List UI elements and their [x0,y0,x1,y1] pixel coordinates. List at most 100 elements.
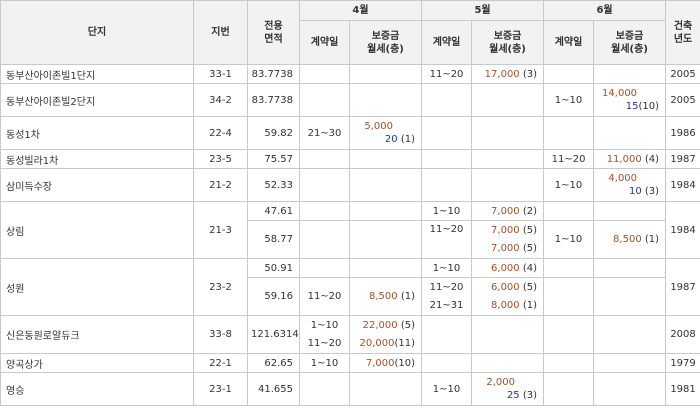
m6-price [593,116,667,150]
m4-day [299,258,350,278]
area-value: 52.33 [247,168,300,202]
built-year: 1984 [665,168,700,202]
area-value: 41.655 [247,372,300,406]
lot-number: 22-4 [193,116,248,150]
complex-name: 동부산아이존빌2단지 [0,83,194,117]
m6-price: 4,000 10 (3) [593,168,667,202]
m5-price: 6,000 (4) [471,258,545,278]
area-value: 58.77 [247,220,300,259]
table-row: 상림 21-3 47.61 1~10 7,000 (2) 1984 [0,201,700,259]
m6-day [543,201,595,221]
lot-number: 23-5 [193,149,248,169]
m5-day [421,149,473,169]
table-row: 동부산아이존빌1단지 33-1 83.7738 11~20 17,000 (3)… [0,64,700,84]
built-year: 2008 [665,315,700,354]
m4-price [348,64,423,84]
m5-price [471,168,545,202]
built-year: 1987 [665,258,700,316]
m4-day [299,149,350,169]
area-value: 62.65 [247,353,300,373]
header-m5-contract-day: 계약일 [421,20,473,65]
m5-day: 11~20 [421,220,473,259]
header-m6-deposit-rent: 보증금 월세(층) [593,20,667,65]
m6-price: 11,000 (4) [593,149,667,169]
m6-price: 8,500 (1) [593,220,667,259]
m6-price [593,353,667,373]
header-m5-deposit-rent: 보증금 월세(층) [471,20,545,65]
table-row: 성원 23-2 50.91 1~10 6,000 (4) 1987 [0,258,700,316]
m6-day [543,116,595,150]
built-year: 1984 [665,201,700,259]
table-row: 동부산아이존빌2단지 34-2 83.7738 1~10 14,000 15(10… [0,83,700,117]
m4-price [348,372,423,406]
built-year: 1979 [665,353,700,373]
m4-price [348,149,423,169]
lot-number: 22-1 [193,353,248,373]
m6-price [593,258,667,278]
table-row: 삼미득수장 21-2 52.33 1~10 4,000 10 (3) 1984 [0,168,700,202]
m6-day [543,315,595,354]
rent-transactions-table: 단지 지번 전용 면적 4월 5월 6월 건축 년도 계약일 보증금 월세(층) 계약… [0,0,700,406]
m4-day: 1~10 11~20 [299,315,350,354]
m4-price [348,201,423,221]
header-m6-contract-day: 계약일 [543,20,595,65]
m5-price: 2,000 25 (3) [471,372,545,406]
m5-price: 7,000 (5) 7,000 (5) [471,220,545,259]
header-month-6: 6월 [543,0,667,21]
m6-day: 11~20 [543,149,595,169]
m4-price [348,168,423,202]
area-value: 59.16 [247,277,300,316]
m5-price: 17,000 (3) [471,64,545,84]
m4-day [299,372,350,406]
area-value: 83.7738 [247,83,300,117]
m5-price [471,315,545,354]
m6-price [593,315,667,354]
m5-price [471,116,545,150]
complex-name: 동성1차 [0,116,194,150]
lot-number: 21-3 [193,201,248,259]
m6-day [543,372,595,406]
m4-day: 11~20 [299,277,350,316]
lot-number: 33-1 [193,64,248,84]
m4-day: 21~30 [299,116,350,150]
lot-number: 23-2 [193,258,248,316]
m6-price [593,201,667,221]
table-row: 동성빌라1차 23-5 75.57 11~20 11,000 (4) 1987 [0,149,700,169]
m5-day: 1~10 [421,372,473,406]
m4-price [348,258,423,278]
built-year: 1986 [665,116,700,150]
m4-price: 5,000 20 (1) [348,116,423,150]
m5-day [421,353,473,373]
lot-number: 21-2 [193,168,248,202]
m5-day: 1~10 [421,258,473,278]
area-value: 59.82 [247,116,300,150]
header-lot: 지번 [193,0,248,65]
m4-day [299,168,350,202]
m4-day: 1~10 [299,353,350,373]
complex-name: 동부산아이존빌1단지 [0,64,194,84]
m6-day: 1~10 [543,220,595,259]
lot-number: 23-1 [193,372,248,406]
complex-name: 신은동원로얄듀크 [0,315,194,354]
built-year: 1981 [665,372,700,406]
m5-price: 6,000 (5) 8,000 (1) [471,277,545,316]
m4-price [348,220,423,259]
built-year: 2005 [665,64,700,84]
m6-day: 1~10 [543,168,595,202]
m6-day [543,258,595,278]
complex-name: 영승 [0,372,194,406]
m6-price [593,277,667,316]
m4-day [299,83,350,117]
table-row: 영승 23-1 41.655 1~10 2,000 25 (3) 1981 [0,372,700,406]
complex-name: 성원 [0,258,194,316]
header-area: 전용 면적 [247,0,300,65]
header-month-5: 5월 [421,0,545,21]
m6-day [543,353,595,373]
m6-price [593,64,667,84]
m5-price [471,149,545,169]
m6-day [543,277,595,316]
m4-price [348,83,423,117]
complex-name: 삼미득수장 [0,168,194,202]
m5-day: 11~20 21~31 [421,277,473,316]
m4-price: 8,500 (1) [348,277,423,316]
